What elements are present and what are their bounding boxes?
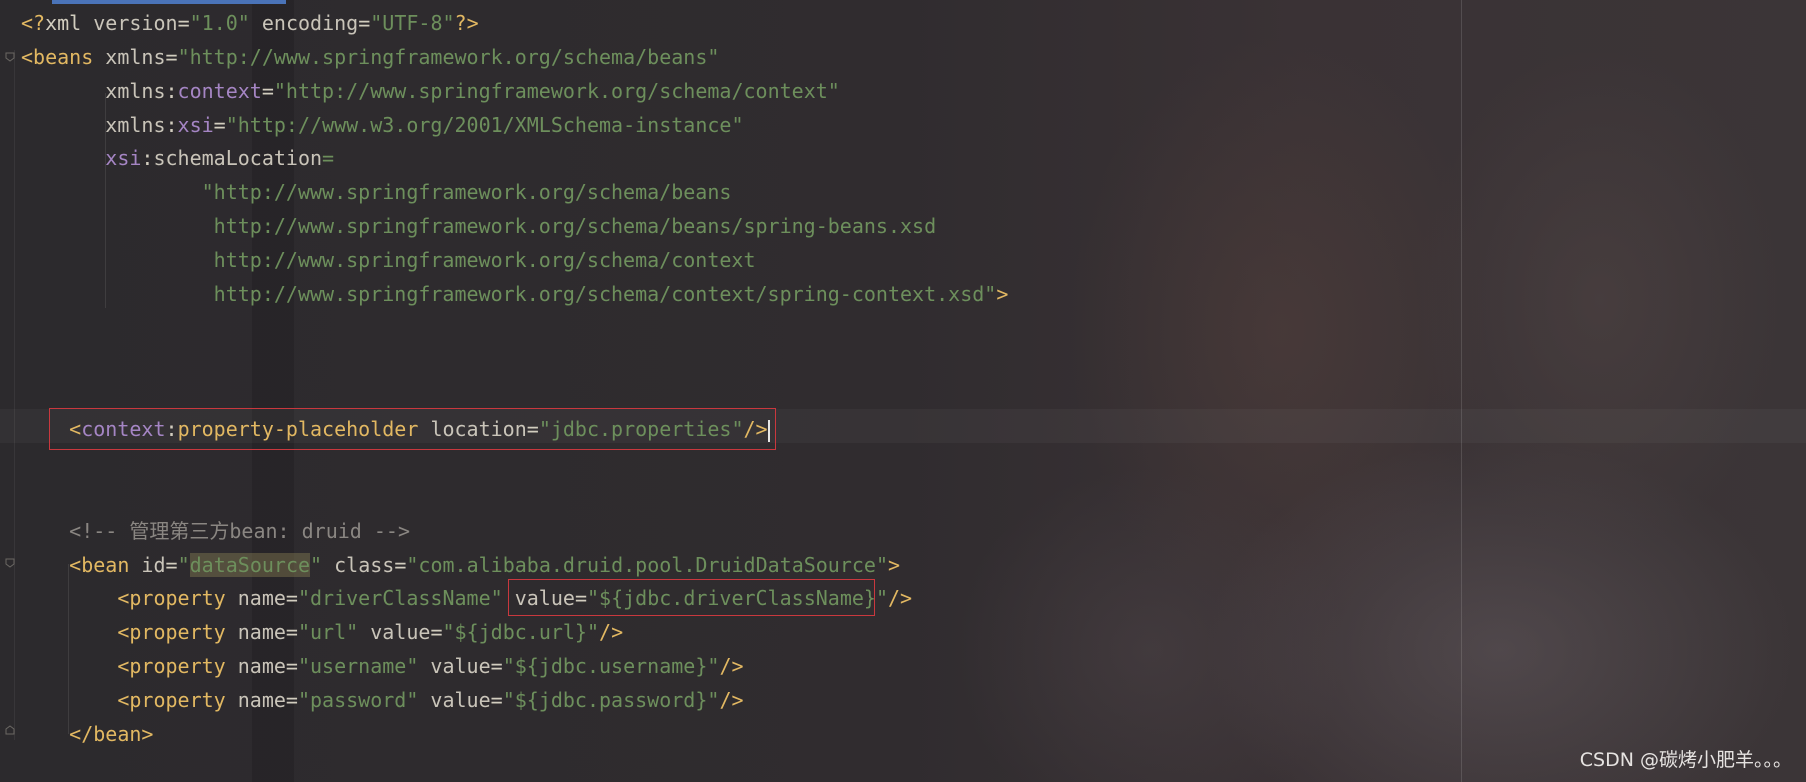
code-token: " xyxy=(875,586,889,611)
code-token: : xyxy=(165,78,178,103)
code-token: = xyxy=(358,11,371,35)
code-token: <? xyxy=(21,11,46,35)
code-line[interactable]: xmlns:xsi="http://www.w3.org/2001/XMLSch… xyxy=(21,108,743,142)
fold-close-icon[interactable] xyxy=(5,725,15,735)
code-token: "url" xyxy=(297,620,359,645)
code-token: = xyxy=(490,654,503,679)
code-token: " xyxy=(310,552,323,577)
code-token: /> xyxy=(719,654,744,679)
code-token: name xyxy=(237,688,286,712)
code-token: name xyxy=(237,586,286,611)
code-token: name xyxy=(237,620,286,645)
code-token: "username" xyxy=(297,654,419,679)
code-token: = xyxy=(285,620,298,645)
code-token: "com.alibaba.druid.pool.DruidDataSource" xyxy=(406,552,889,577)
code-token: <property xyxy=(21,586,238,611)
code-token: = xyxy=(177,11,190,35)
code-token: ?> xyxy=(454,11,479,35)
code-token: = xyxy=(213,112,226,137)
right-margin-guide xyxy=(1461,0,1462,782)
code-token: <bean xyxy=(21,552,142,577)
code-token: = xyxy=(285,586,298,611)
code-line[interactable]: xmlns:context="http://www.springframewor… xyxy=(21,74,840,108)
code-token: dataSource xyxy=(189,552,311,577)
code-token: : xyxy=(141,146,154,171)
code-token: "http://www.springframework.org/schema/b… xyxy=(21,180,732,205)
code-token: = xyxy=(285,654,298,679)
code-token: </bean> xyxy=(21,721,154,746)
code-token: <property xyxy=(21,620,238,645)
annotation-box-placeholder xyxy=(49,408,776,450)
code-token: version xyxy=(93,11,178,35)
code-token: value xyxy=(418,688,491,712)
code-token: = xyxy=(394,552,407,577)
code-token: encoding xyxy=(249,11,359,35)
annotation-box-value xyxy=(508,579,875,616)
code-token: = xyxy=(261,78,274,103)
active-tab-indicator[interactable] xyxy=(52,0,286,4)
code-line[interactable]: <property name="password" value="${jdbc.… xyxy=(21,683,744,717)
code-token: xsi xyxy=(177,112,214,137)
code-token: "1.0" xyxy=(189,11,250,35)
code-token: xmlns xyxy=(21,78,166,103)
code-token: = xyxy=(285,688,298,712)
code-token: "http://www.springframework.org/schema/b… xyxy=(177,44,720,69)
code-token: "${jdbc.password}" xyxy=(502,688,720,712)
code-line[interactable]: <property name="url" value="${jdbc.url}"… xyxy=(21,615,623,649)
code-token: "${jdbc.username}" xyxy=(502,654,720,679)
code-token: > xyxy=(996,281,1009,306)
code-token: schemaLocation xyxy=(153,146,323,171)
code-token: "${jdbc.url}" xyxy=(442,620,600,645)
code-line[interactable]: "http://www.springframework.org/schema/b… xyxy=(21,175,732,209)
code-token: id xyxy=(141,552,166,577)
code-line[interactable]: <bean id="dataSource" class="com.alibaba… xyxy=(21,548,900,582)
code-token: /> xyxy=(599,620,624,645)
code-token: = xyxy=(322,146,335,171)
code-token: http://www.springframework.org/schema/co… xyxy=(21,281,997,306)
fold-open-icon[interactable] xyxy=(5,52,15,62)
code-token: http://www.springframework.org/schema/be… xyxy=(21,214,937,239)
code-token: /> xyxy=(719,688,744,712)
code-token: "http://www.w3.org/2001/XMLSchema-instan… xyxy=(225,112,744,137)
code-line[interactable]: http://www.springframework.org/schema/co… xyxy=(21,277,1009,311)
code-line[interactable]: <!-- 管理第三方bean: druid --> xyxy=(21,514,410,548)
code-token: "UTF-8" xyxy=(370,11,455,35)
code-line[interactable]: </bean> xyxy=(21,717,153,751)
code-token: = xyxy=(490,688,503,712)
code-token: <property xyxy=(21,654,238,679)
code-token: xmlns xyxy=(21,112,166,137)
csdn-watermark: CSDN @碳烤小肥羊。。。 xyxy=(1579,749,1792,771)
code-token: xml xyxy=(45,11,94,35)
code-token: "http://www.springframework.org/schema/c… xyxy=(273,78,840,103)
code-token: "password" xyxy=(297,688,419,712)
fold-open-icon[interactable] xyxy=(5,558,15,568)
code-token: = xyxy=(165,552,178,577)
code-line[interactable]: <property name="username" value="${jdbc.… xyxy=(21,649,744,683)
code-token: " xyxy=(177,552,190,577)
code-token: "driverClassName" xyxy=(297,586,503,611)
code-line[interactable]: http://www.springframework.org/schema/co… xyxy=(21,243,756,277)
editor-gutter xyxy=(14,50,15,740)
code-token: xmlns xyxy=(105,44,166,69)
code-token: class xyxy=(322,552,395,577)
code-token: name xyxy=(237,654,286,679)
code-line[interactable]: xsi:schemaLocation= xyxy=(21,141,334,175)
code-line[interactable]: <beans xmlns="http://www.springframework… xyxy=(21,40,719,74)
code-token: = xyxy=(165,44,178,69)
code-token: http://www.springframework.org/schema/co… xyxy=(21,247,756,272)
code-token: <beans xyxy=(21,44,106,69)
code-token: <property xyxy=(21,688,238,712)
code-token: <!-- 管理第三方bean: druid --> xyxy=(21,518,410,543)
code-line[interactable]: <?xml version="1.0" encoding="UTF-8"?> xyxy=(21,6,479,40)
code-token: = xyxy=(430,620,443,645)
code-token: value xyxy=(358,620,431,645)
code-token: /> xyxy=(888,586,913,611)
code-token: > xyxy=(888,552,901,577)
code-token: : xyxy=(165,112,178,137)
code-token: xsi xyxy=(105,146,142,171)
code-line[interactable]: http://www.springframework.org/schema/be… xyxy=(21,209,936,243)
code-token: context xyxy=(177,78,262,103)
code-token: value xyxy=(418,654,491,679)
